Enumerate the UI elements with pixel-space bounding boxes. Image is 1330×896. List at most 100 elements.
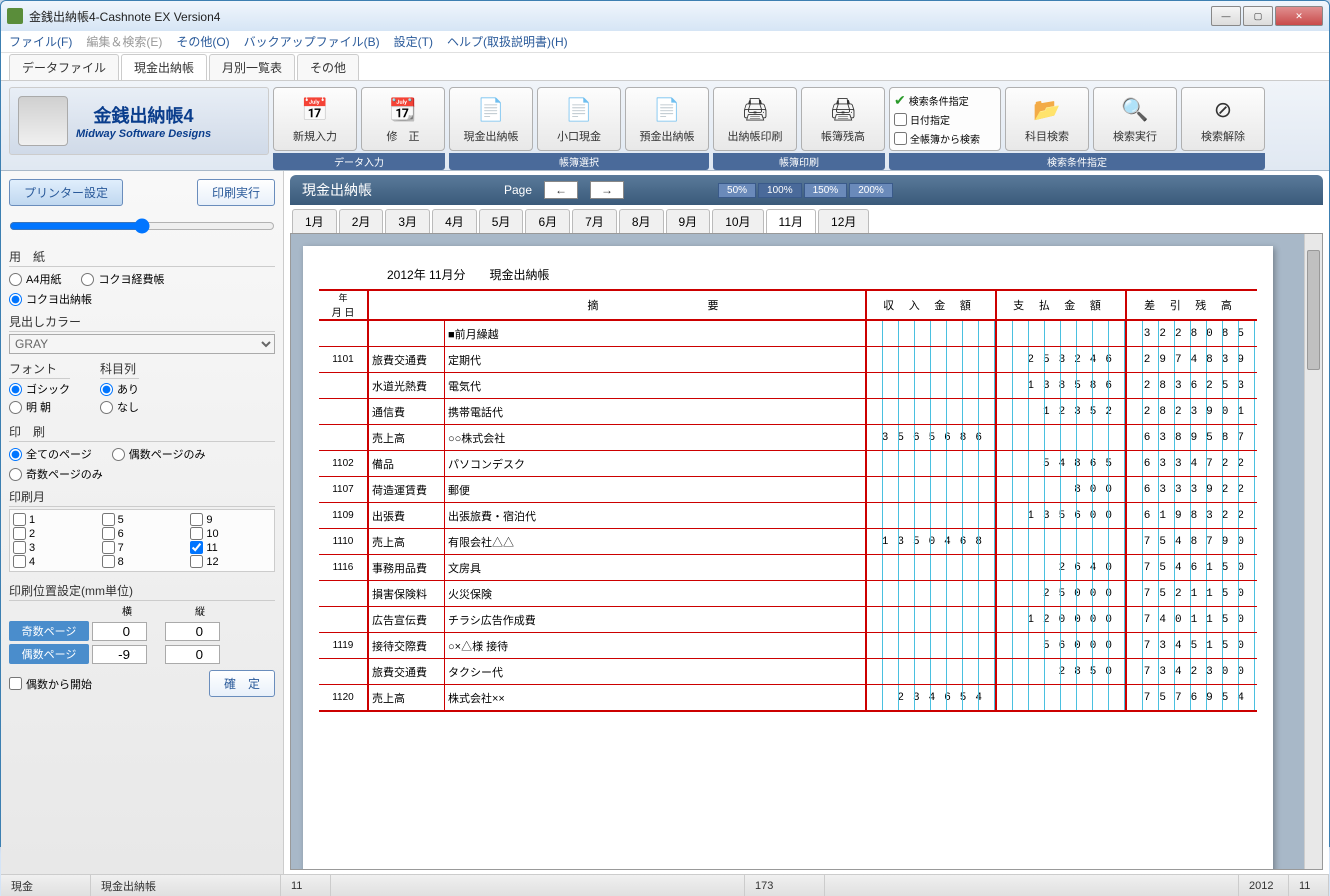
paper-kokuyo-suitou[interactable]: コクヨ出納帳: [9, 291, 275, 307]
month-chk-4[interactable]: 4: [13, 555, 94, 568]
month-chk-7[interactable]: 7: [102, 541, 183, 554]
zoom-slider[interactable]: [9, 218, 275, 234]
tool-icon: 📄: [651, 94, 683, 126]
month-chk-9[interactable]: 9: [190, 513, 271, 526]
tool-icon: 📄: [563, 94, 595, 126]
group-label-search: 検索条件指定: [889, 153, 1265, 170]
page-prev[interactable]: ←: [544, 181, 578, 199]
zoom-200%[interactable]: 200%: [849, 183, 893, 198]
month-tab-2月[interactable]: 2月: [339, 209, 384, 233]
tool-icon: 📅: [299, 94, 331, 126]
month-chk-5[interactable]: 5: [102, 513, 183, 526]
minimize-button[interactable]: —: [1211, 6, 1241, 26]
paper-title: 用 紙: [9, 248, 275, 267]
tool-icon: 🔍: [1119, 94, 1151, 126]
month-tab-7月[interactable]: 7月: [572, 209, 617, 233]
subject-no[interactable]: なし: [100, 399, 139, 415]
heading-color-select[interactable]: GRAY: [9, 334, 275, 354]
vertical-scrollbar[interactable]: [1304, 234, 1322, 869]
font-title: フォント: [9, 360, 70, 379]
ledger-row: 水道光熱費 電気代 138586 2836253: [319, 373, 1257, 399]
maximize-button[interactable]: ▢: [1243, 6, 1273, 26]
ledger-row: 通信費 携帯電話代 12352 2823901: [319, 399, 1257, 425]
menu-edit[interactable]: 編集＆検索(E): [86, 33, 162, 50]
toolbtn-新規入力[interactable]: 📅新規入力: [273, 87, 357, 151]
app-icon: [7, 8, 23, 24]
ledger-row: ■前月繰越 3228085: [319, 321, 1257, 347]
subject-title: 科目列: [100, 360, 139, 379]
zoom-100%[interactable]: 100%: [758, 183, 802, 198]
ledger-row: 1101 旅費交通費 定期代 253246 2974839: [319, 347, 1257, 373]
menubar: ファイル(F) 編集＆検索(E) その他(O) バックアップファイル(B) 設定…: [1, 31, 1329, 53]
font-mincho[interactable]: 明 朝: [9, 399, 70, 415]
toolbtn-出納帳印刷[interactable]: 🖨出納帳印刷: [713, 87, 797, 151]
toolbtn-帳簿残高[interactable]: 🖨帳簿残高: [801, 87, 885, 151]
toolbtn-小口現金[interactable]: 📄小口現金: [537, 87, 621, 151]
ledger-title: 2012年 11月分 現金出納帳: [387, 266, 1257, 283]
ledger-row: 1119 接待交際費 ○×△様 接待 56000 7345150: [319, 633, 1257, 659]
tab-datafile[interactable]: データファイル: [9, 54, 119, 80]
chk-date-specify[interactable]: 日付指定: [894, 112, 996, 127]
subject-yes[interactable]: あり: [100, 381, 139, 397]
print-odd[interactable]: 奇数ページのみ: [9, 466, 275, 482]
toolbtn-預金出納帳[interactable]: 📄預金出納帳: [625, 87, 709, 151]
check-icon: ✔: [894, 92, 906, 109]
even-h-input[interactable]: [92, 645, 147, 664]
chk-all-books[interactable]: 全帳簿から検索: [894, 131, 996, 146]
month-tab-8月[interactable]: 8月: [619, 209, 664, 233]
print-run-button[interactable]: 印刷実行: [197, 179, 275, 206]
zoom-50%[interactable]: 50%: [718, 183, 756, 198]
toolbtn-修 正[interactable]: 📆修 正: [361, 87, 445, 151]
month-chk-10[interactable]: 10: [190, 527, 271, 540]
toolbtn-検索解除[interactable]: ⊘検索解除: [1181, 87, 1265, 151]
month-tab-6月[interactable]: 6月: [525, 209, 570, 233]
month-tab-11月[interactable]: 11月: [766, 209, 816, 233]
paper-kokuyo-keihi[interactable]: コクヨ経費帳: [81, 271, 164, 287]
print-month-title: 印刷月: [9, 488, 275, 507]
printer-settings-button[interactable]: プリンター設定: [9, 179, 123, 206]
print-range-title: 印 刷: [9, 423, 275, 442]
preview-area[interactable]: 2012年 11月分 現金出納帳 年月 日 摘 要 収 入 金 額 支 払 金 …: [290, 233, 1323, 870]
tab-etc[interactable]: その他: [297, 54, 359, 80]
month-chk-11[interactable]: 11: [190, 541, 271, 554]
month-tab-9月[interactable]: 9月: [666, 209, 711, 233]
tab-cashbook[interactable]: 現金出納帳: [121, 54, 207, 80]
month-chk-12[interactable]: 12: [190, 555, 271, 568]
menu-settings[interactable]: 設定(T): [394, 33, 433, 50]
window-title: 金銭出納帳4-Cashnote EX Version4: [29, 8, 1211, 25]
month-tab-10月[interactable]: 10月: [712, 209, 763, 233]
menu-backup[interactable]: バックアップファイル(B): [244, 33, 380, 50]
month-chk-1[interactable]: 1: [13, 513, 94, 526]
tab-monthly[interactable]: 月別一覧表: [209, 54, 295, 80]
page-next[interactable]: →: [590, 181, 624, 199]
toolbtn-検索実行[interactable]: 🔍検索実行: [1093, 87, 1177, 151]
zoom-150%[interactable]: 150%: [804, 183, 848, 198]
month-tab-3月[interactable]: 3月: [385, 209, 430, 233]
group-label-select: 帳簿選択: [449, 153, 709, 170]
toolbtn-現金出納帳[interactable]: 📄現金出納帳: [449, 87, 533, 151]
even-v-input[interactable]: [165, 645, 220, 664]
month-chk-6[interactable]: 6: [102, 527, 183, 540]
month-chk-3[interactable]: 3: [13, 541, 94, 554]
odd-v-input[interactable]: [165, 622, 220, 641]
menu-other[interactable]: その他(O): [176, 33, 229, 50]
odd-h-input[interactable]: [92, 622, 147, 641]
month-tab-5月[interactable]: 5月: [479, 209, 524, 233]
confirm-button[interactable]: 確 定: [209, 670, 275, 697]
month-tab-12月[interactable]: 12月: [818, 209, 869, 233]
close-button[interactable]: ✕: [1275, 6, 1323, 26]
menu-help[interactable]: ヘルプ(取扱説明書)(H): [447, 33, 568, 50]
month-tab-1月[interactable]: 1月: [292, 209, 337, 233]
menu-file[interactable]: ファイル(F): [9, 33, 72, 50]
month-chk-8[interactable]: 8: [102, 555, 183, 568]
font-gothic[interactable]: ゴシック: [9, 381, 70, 397]
tool-icon: ⊘: [1207, 94, 1239, 126]
print-all[interactable]: 全てのページ: [9, 446, 92, 462]
ledger-row: 1107 荷造運賃費 郵便 800 6333922: [319, 477, 1257, 503]
month-tab-4月[interactable]: 4月: [432, 209, 477, 233]
paper-a4[interactable]: A4用紙: [9, 271, 61, 287]
month-chk-2[interactable]: 2: [13, 527, 94, 540]
print-even[interactable]: 偶数ページのみ: [112, 446, 206, 462]
toolbtn-科目検索[interactable]: 📂科目検索: [1005, 87, 1089, 151]
even-start-chk[interactable]: 偶数から開始: [9, 676, 92, 692]
